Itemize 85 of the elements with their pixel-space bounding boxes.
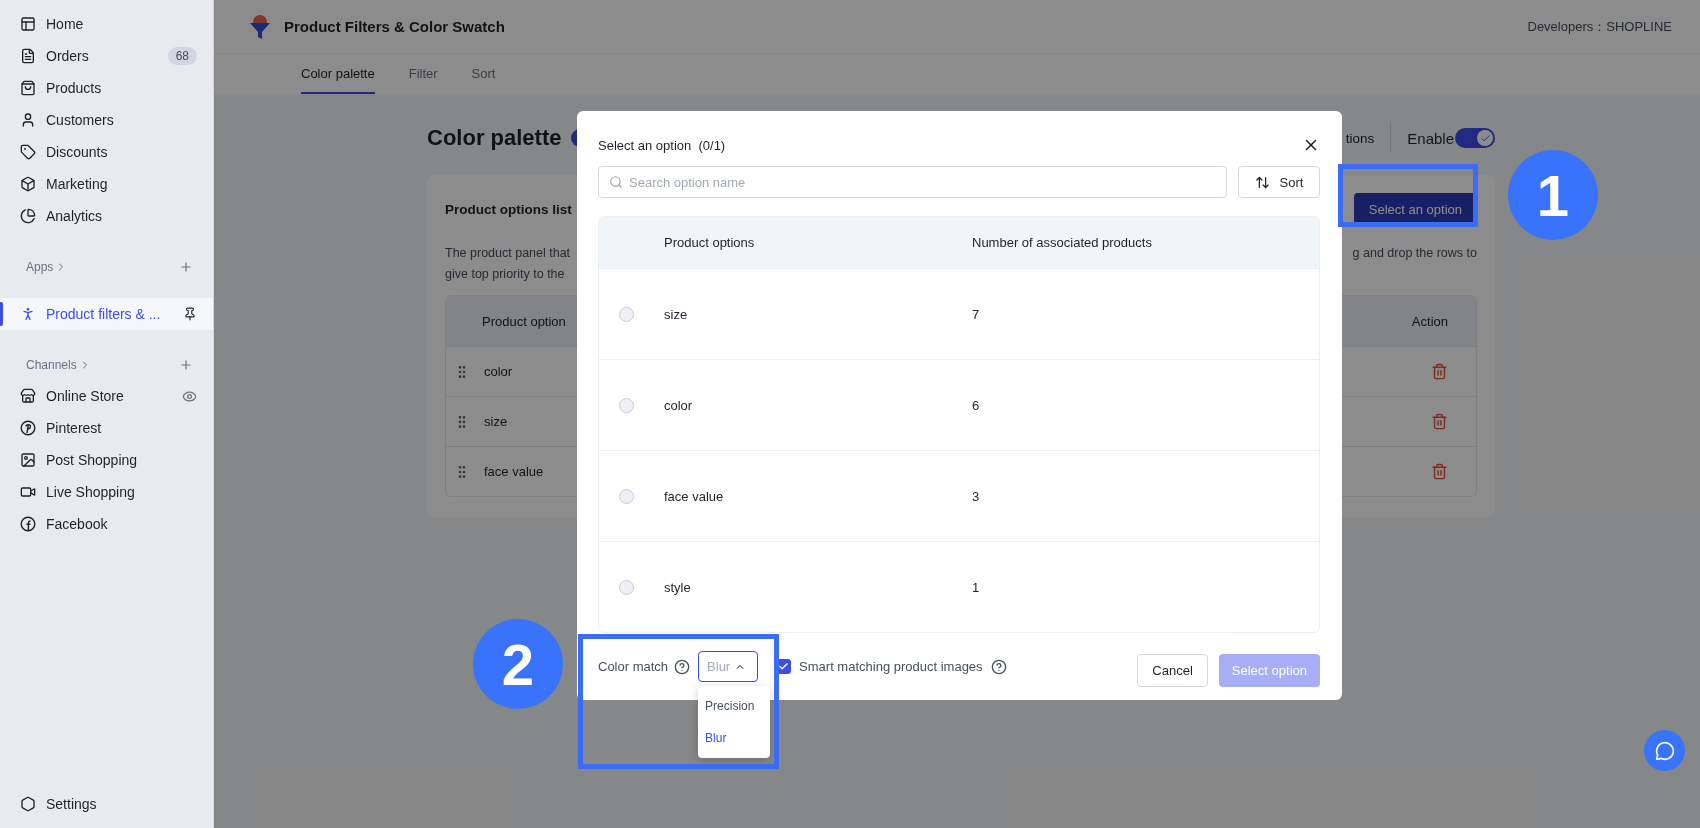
table-cell-text: 7 xyxy=(972,306,981,322)
column-header: Action xyxy=(1411,313,1448,329)
sidebar-item[interactable]: Pinterest xyxy=(0,412,213,444)
table-cell-text: face value xyxy=(664,488,725,504)
dialog-title: Select an option (0/1) xyxy=(598,137,726,153)
help-icon[interactable] xyxy=(990,658,1007,675)
pin-circle-icon xyxy=(20,420,36,436)
document-icon xyxy=(20,48,36,64)
description-text: give top priority to the xyxy=(445,266,566,283)
add-icon[interactable] xyxy=(179,358,193,372)
radio-button[interactable] xyxy=(619,488,634,504)
eye-icon[interactable] xyxy=(182,388,197,404)
person-icon xyxy=(20,112,36,128)
card-title: Product options list xyxy=(445,201,572,217)
app-title: Product Filters & Color Swatch xyxy=(284,18,506,35)
sidebar-item[interactable]: Product filters & ... xyxy=(0,298,213,330)
pin-icon[interactable] xyxy=(183,307,197,321)
dropdown-option[interactable]: Blur xyxy=(698,722,771,754)
description-text: g and drop the rows to xyxy=(1352,245,1477,262)
toolbar-text[interactable]: tions xyxy=(1345,130,1375,146)
search-icon xyxy=(609,175,623,189)
tab[interactable]: Color palette xyxy=(301,54,375,94)
table-cell-text: 6 xyxy=(972,397,981,413)
store-icon xyxy=(20,388,36,404)
settings-icon xyxy=(20,796,36,812)
page-title: Color palette xyxy=(427,125,562,151)
bag-icon xyxy=(20,80,36,96)
table-cell-text: 3 xyxy=(972,488,981,504)
column-header: Number of associated products xyxy=(972,235,1153,250)
sidebar-item[interactable]: Post Shopping xyxy=(0,444,213,476)
radio-button[interactable] xyxy=(619,397,634,413)
pie-chart-icon xyxy=(20,208,36,224)
video-icon xyxy=(20,484,36,500)
sidebar-item[interactable]: Settings xyxy=(0,788,213,820)
radio-button[interactable] xyxy=(619,306,634,322)
trash-icon[interactable] xyxy=(1431,463,1448,480)
dropdown-option[interactable]: Precision xyxy=(698,690,771,722)
sidebar-item[interactable]: Analytics xyxy=(0,200,213,232)
sidebar-item[interactable]: Customers xyxy=(0,104,213,136)
table-cell-text: face value xyxy=(484,464,545,479)
table-cell-text: color xyxy=(484,364,514,379)
sidebar-item[interactable]: Orders 68 xyxy=(0,40,213,72)
radio-button[interactable] xyxy=(619,579,634,595)
tag-icon xyxy=(20,144,36,160)
description-text: The product panel that xyxy=(445,245,571,262)
sidebar-item[interactable]: Products xyxy=(0,72,213,104)
check-icon xyxy=(778,661,790,672)
sidebar-item[interactable]: Home xyxy=(0,8,213,40)
trash-icon[interactable] xyxy=(1431,413,1448,430)
funnel-logo-icon xyxy=(248,13,272,40)
chat-icon xyxy=(1654,740,1675,761)
sidebar-item[interactable]: Discounts xyxy=(0,136,213,168)
sidebar-item[interactable]: Marketing xyxy=(0,168,213,200)
table-cell-text: size xyxy=(664,306,689,322)
color-match-label: Color match xyxy=(598,659,669,674)
sort-button[interactable]: Sort xyxy=(1238,166,1320,198)
enable-label: Enable xyxy=(1407,129,1454,147)
cube-icon xyxy=(20,176,36,192)
checkbox-label: Smart matching product images xyxy=(799,659,983,674)
sort-icon xyxy=(1254,174,1270,190)
image-icon xyxy=(20,452,36,468)
developer-text: Developers：SHOPLINE xyxy=(1527,17,1672,36)
check-icon xyxy=(1479,132,1491,144)
table-cell-text: 1 xyxy=(972,579,981,595)
table-cell-text: color xyxy=(664,397,694,413)
sidebar-item[interactable]: Online Store xyxy=(0,380,213,412)
search-field[interactable]: Search option name xyxy=(598,166,1227,198)
chat-button[interactable] xyxy=(1644,730,1685,771)
section-heading[interactable]: Channels xyxy=(26,358,77,372)
figure-icon xyxy=(20,306,36,322)
help-icon[interactable] xyxy=(674,658,691,675)
enable-toggle[interactable] xyxy=(1455,128,1495,148)
count-badge: 68 xyxy=(167,47,197,65)
circle-logo-icon xyxy=(20,516,36,532)
sidebar-item[interactable]: Live Shopping xyxy=(0,476,213,508)
sidebar-item[interactable]: Facebook xyxy=(0,508,213,540)
table-cell-text: style xyxy=(664,579,692,595)
add-icon[interactable] xyxy=(179,260,193,274)
column-header: Product options xyxy=(664,235,756,250)
cancel-button[interactable]: Cancel xyxy=(1137,654,1208,687)
section-heading[interactable]: Apps xyxy=(26,260,54,274)
column-header: Product option xyxy=(482,313,566,329)
panels-icon xyxy=(20,16,36,32)
trash-icon[interactable] xyxy=(1431,363,1448,380)
table-cell-text: size xyxy=(484,414,509,429)
